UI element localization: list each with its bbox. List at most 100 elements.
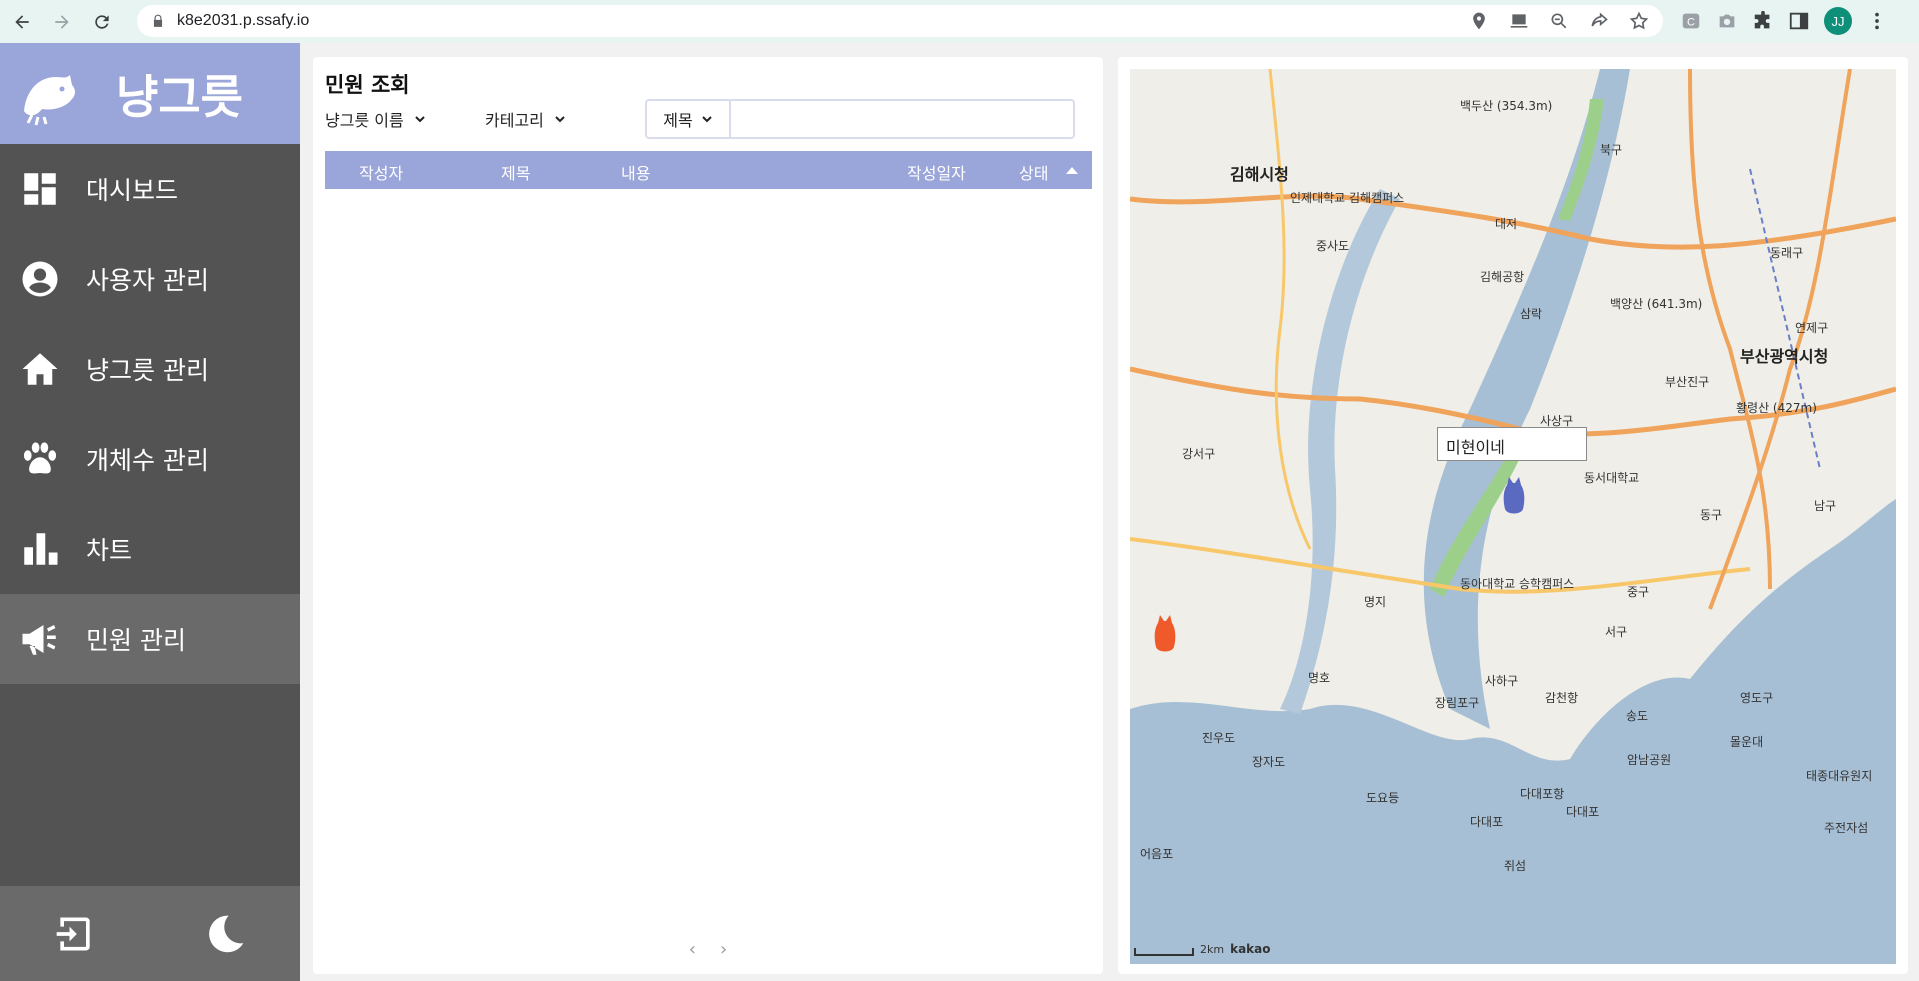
logout-icon[interactable] (53, 912, 97, 956)
sidebar-item-dashboard[interactable]: 대시보드 (0, 144, 300, 234)
column-header-author[interactable]: 작성자 (359, 160, 403, 184)
cat-marker-blue[interactable] (1501, 473, 1527, 519)
brand-name: 냥그릇 (116, 69, 243, 124)
bowl-name-select-value: 냥그릇 이름 (325, 111, 404, 130)
url-text: k8e2031.p.ssafy.io (177, 12, 310, 29)
map-label-songdo: 송도 (1626, 709, 1649, 723)
sidebar-item-bowls[interactable]: 냥그릇 관리 (0, 324, 300, 414)
zoom-icon[interactable] (1549, 11, 1569, 31)
search-box: 제목 (645, 99, 1075, 139)
map-label-jwiseom: 쥐섬 (1504, 859, 1527, 873)
map-scale: 2km kakao (1134, 942, 1271, 956)
map-label-myeongho: 명호 (1308, 671, 1331, 685)
extension-c-icon[interactable]: C (1680, 10, 1702, 32)
map-label-samrak: 삼락 (1520, 307, 1543, 321)
column-header-title[interactable]: 제목 (501, 160, 530, 184)
map-label-baegyangsan: 백양산 (641.3m) (1610, 297, 1703, 311)
location-icon[interactable] (1469, 11, 1489, 31)
chevron-down-icon (555, 116, 565, 123)
dashboard-icon (18, 167, 62, 211)
paw-icon (18, 437, 62, 481)
back-icon[interactable] (4, 4, 40, 40)
map-label-busanjin: 부산진구 (1665, 375, 1710, 389)
install-icon[interactable] (1509, 11, 1529, 31)
map-label-jangrim: 장림포구 (1435, 696, 1480, 710)
map-view[interactable]: 김해시청 부산광역시청 인제대학교 김해캠퍼스 백두산 (354.3m) 중사도… (1130, 69, 1896, 964)
map-label-gimhae-airport: 김해공항 (1480, 270, 1525, 284)
map-label-yeongdo: 영도구 (1740, 691, 1774, 705)
forward-icon[interactable] (44, 4, 80, 40)
cat-logo-icon (24, 74, 75, 125)
puzzle-icon[interactable] (1752, 10, 1774, 32)
bowl-name-select[interactable]: 냥그릇 이름 (325, 107, 485, 131)
sort-ascending-icon[interactable] (1064, 164, 1080, 176)
reload-icon[interactable] (84, 4, 120, 40)
map-label-daejeo: 대저 (1495, 217, 1518, 231)
map-label-buk: 북구 (1600, 143, 1623, 157)
sidebar-item-users[interactable]: 사용자 관리 (0, 234, 300, 324)
map-label-eoeungpo: 어음포 (1140, 847, 1174, 861)
map-label-hwangryeongsan: 황령산 (427m) (1736, 401, 1817, 415)
page-title: 민원 조회 (325, 73, 410, 97)
bar-chart-icon (18, 527, 62, 571)
map-label-inje: 인제대학교 김해캠퍼스 (1290, 191, 1405, 205)
filter-bar: 냥그릇 이름 카테고리 (325, 99, 635, 139)
column-header-content[interactable]: 내용 (621, 160, 650, 184)
next-page-button[interactable]: › (720, 939, 727, 960)
column-header-date[interactable]: 작성일자 (907, 160, 966, 184)
sidebar: 냥그릇 대시보드 사용자 관리 냥그릇 관리 개체수 관리 차트 민원 관리 (0, 43, 300, 981)
map-label-dadaepo: 다대포 (1566, 805, 1600, 819)
user-icon (18, 257, 62, 301)
share-icon[interactable] (1589, 11, 1609, 31)
chevron-down-icon (702, 116, 712, 123)
category-select[interactable]: 카테고리 (485, 107, 635, 131)
map-label-jujeonja: 주전자섬 (1824, 821, 1869, 835)
category-select-value: 카테고리 (485, 111, 544, 130)
map-label-molundae: 몰운대 (1730, 735, 1764, 749)
map-label-busan-city: 부산광역시청 (1740, 347, 1829, 366)
column-header-status[interactable]: 상태 (1019, 160, 1048, 184)
map-label-gangseo: 강서구 (1182, 447, 1216, 461)
svg-text:C: C (1687, 17, 1695, 29)
scale-label: 2km (1200, 943, 1225, 956)
sidebar-item-label: 냥그릇 관리 (86, 356, 209, 385)
sidebar-item-label: 민원 관리 (86, 626, 186, 655)
map-label-dadaepo-2: 다대포 (1470, 815, 1504, 829)
search-type-value: 제목 (663, 111, 693, 130)
chevron-down-icon (414, 116, 425, 123)
sidebar-footer (0, 886, 300, 981)
table-header: 작성자 제목 내용 작성일자 상태 (325, 151, 1092, 189)
map-label-taejongdae: 태종대유원지 (1806, 769, 1873, 783)
map-label-gamcheon: 감천항 (1545, 691, 1579, 705)
profile-avatar[interactable]: JJ (1824, 7, 1852, 35)
map-label-yeonje: 연제구 (1795, 321, 1829, 335)
address-bar[interactable]: k8e2031.p.ssafy.io (137, 5, 1663, 37)
sidebar-item-chart[interactable]: 차트 (0, 504, 300, 594)
pagination: ‹ › (313, 939, 1103, 960)
map-label-saha: 사하구 (1485, 674, 1519, 688)
cat-marker-orange[interactable] (1152, 611, 1178, 657)
bookmark-star-icon[interactable] (1629, 11, 1649, 31)
map-label-amnam: 암남공원 (1627, 753, 1672, 767)
map-label-jinudo: 진우도 (1202, 731, 1236, 745)
kebab-menu-icon[interactable] (1866, 10, 1888, 32)
prev-page-button[interactable]: ‹ (689, 939, 696, 960)
map-label-myeongji: 명지 (1364, 595, 1387, 609)
sidebar-item-complaints[interactable]: 민원 관리 (0, 594, 300, 684)
sidebar-item-label: 사용자 관리 (86, 266, 209, 295)
camera-icon[interactable] (1716, 10, 1738, 32)
side-panel-icon[interactable] (1788, 10, 1810, 32)
scale-bar-icon (1134, 948, 1194, 956)
sidebar-item-population[interactable]: 개체수 관리 (0, 414, 300, 504)
search-type-select[interactable]: 제목 (647, 101, 731, 137)
map-label-gimhae-city: 김해시청 (1230, 165, 1289, 184)
sidebar-item-label: 대시보드 (86, 176, 179, 205)
dark-mode-moon-icon[interactable] (203, 912, 247, 956)
search-input[interactable] (731, 102, 1073, 136)
brand-header[interactable]: 냥그릇 (0, 43, 300, 144)
lock-icon (153, 14, 163, 27)
browser-toolbar: k8e2031.p.ssafy.io C JJ (0, 0, 1919, 43)
sidebar-item-label: 차트 (86, 536, 133, 565)
map-label-donga: 동아대학교 승학캠퍼스 (1460, 577, 1575, 591)
kakao-logo: kakao (1230, 942, 1271, 956)
